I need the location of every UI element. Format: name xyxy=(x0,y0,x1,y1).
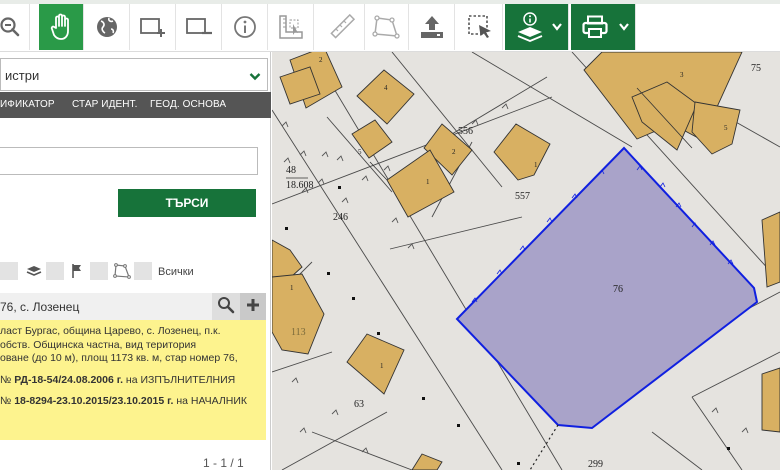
layer-select-value: истри xyxy=(5,68,40,83)
toolbar xyxy=(0,0,780,52)
plus-icon xyxy=(245,297,261,316)
zoom-out-button[interactable] xyxy=(0,4,30,50)
layer-select[interactable]: истри xyxy=(0,58,268,91)
map-label: 75 xyxy=(751,63,761,74)
map-label: 246 xyxy=(333,212,348,223)
filter-all-label: Всички xyxy=(158,266,194,278)
filter-checkbox[interactable] xyxy=(46,262,64,280)
order-number: 18-8294-23.10.2015/23.10.2015 г. xyxy=(14,395,174,407)
map-label: 5 xyxy=(724,124,728,132)
map-label: 113 xyxy=(291,327,306,338)
search-tabs: ИФИКАТОР СТАР ИДЕНТ. ГЕОД. ОСНОВА xyxy=(0,92,271,118)
filter-row: Всички xyxy=(0,262,271,282)
globe-button[interactable] xyxy=(85,4,130,50)
layers-icon[interactable] xyxy=(26,263,42,282)
polygon-icon xyxy=(372,14,400,40)
order-suffix: на НАЧАЛНИК xyxy=(173,395,248,407)
map-label: 299 xyxy=(588,459,603,470)
map-label: 1 xyxy=(290,284,294,292)
polygon-button[interactable] xyxy=(364,4,409,50)
result-title: 76, с. Лозенец xyxy=(0,300,80,314)
map-label: 1 xyxy=(534,161,538,169)
map-label: 556 xyxy=(458,126,473,137)
building xyxy=(411,453,443,470)
map-label: 1 xyxy=(380,362,384,370)
order-number: РД-18-54/24.08.2006 г. xyxy=(14,373,123,386)
cadastral-map: 2 4 75 3 5 556 5 2 1 1 557 48 18.608 246… xyxy=(272,52,780,470)
chevron-down-icon xyxy=(551,22,563,32)
result-detail-line: оване (до 10 м), площ 1173 кв. м, стар н… xyxy=(0,352,238,364)
filter-checkbox[interactable] xyxy=(0,262,18,280)
map-label: 5 xyxy=(358,148,362,156)
result-header: 76, с. Лозенец xyxy=(0,293,266,320)
flag-icon[interactable] xyxy=(70,263,84,282)
globe-icon xyxy=(95,15,119,39)
map-canvas[interactable]: 2 4 75 3 5 556 5 2 1 1 557 48 18.608 246… xyxy=(272,52,780,470)
pan-hand-icon xyxy=(49,13,73,41)
building xyxy=(493,123,551,181)
info-button[interactable] xyxy=(223,4,268,50)
building xyxy=(691,101,741,155)
map-label: 18.608 xyxy=(286,180,314,191)
add-rectangle-icon xyxy=(139,16,167,38)
dotted-line xyxy=(529,424,559,470)
map-label: 63 xyxy=(354,399,364,410)
zoom-out-icon xyxy=(0,16,21,38)
ruler-button[interactable] xyxy=(320,4,365,50)
zoom-to-result-button[interactable] xyxy=(212,293,240,320)
print-button[interactable] xyxy=(571,4,636,50)
layers-info-icon xyxy=(516,12,544,42)
print-icon xyxy=(582,15,608,39)
filter-checkbox[interactable] xyxy=(90,262,108,280)
tab-identifier[interactable]: ИФИКАТОР xyxy=(0,99,55,110)
chevron-down-icon xyxy=(618,22,630,32)
tab-old-identifier[interactable]: СТАР ИДЕНТ. xyxy=(72,99,138,110)
result-order-line: № 18-8294-23.10.2015/23.10.2015 г. на НА… xyxy=(0,395,262,409)
ruler-icon xyxy=(328,13,356,41)
selected-parcel[interactable] xyxy=(455,146,759,430)
select-area-button[interactable] xyxy=(458,4,503,50)
result-pager: 1 - 1 / 1 xyxy=(203,456,244,470)
map-label: 4 xyxy=(384,84,388,92)
result-detail-line: ласт Бургас, община Царево, с. Лозенец, … xyxy=(0,325,221,337)
building xyxy=(356,69,415,125)
measure-area-icon xyxy=(278,14,304,40)
upload-button[interactable] xyxy=(410,4,455,50)
order-prefix: № xyxy=(0,395,15,407)
map-label: 1 xyxy=(426,178,430,186)
search-icon xyxy=(217,296,235,317)
map-label: 3 xyxy=(680,71,684,79)
map-label: 2 xyxy=(319,56,323,64)
result-details: ласт Бургас, община Царево, с. Лозенец, … xyxy=(0,320,266,440)
info-icon xyxy=(233,15,257,39)
select-area-icon xyxy=(467,14,493,40)
map-label: 2 xyxy=(452,148,456,156)
selected-parcel-label: 76 xyxy=(613,284,623,295)
search-button[interactable]: ТЪРСИ xyxy=(118,189,256,217)
building xyxy=(761,367,780,433)
remove-rectangle-icon xyxy=(185,16,213,38)
layers-info-button[interactable] xyxy=(505,4,569,50)
map-label: 48 xyxy=(286,165,296,176)
search-input[interactable] xyxy=(0,147,258,175)
order-prefix: № xyxy=(0,373,15,386)
expand-result-button[interactable] xyxy=(240,293,266,320)
result-order-line: № РД-18-54/24.08.2006 г. на ИЗПЪЛНИТЕЛНИ… xyxy=(0,374,262,388)
tab-geodetic-base[interactable]: ГЕОД. ОСНОВА xyxy=(150,99,226,110)
zoom-in-box-button[interactable] xyxy=(131,4,176,50)
pan-button[interactable] xyxy=(39,4,84,50)
chevron-down-icon xyxy=(249,70,261,84)
zoom-out-box-button[interactable] xyxy=(177,4,222,50)
building xyxy=(761,211,780,288)
filter-checkbox-all[interactable] xyxy=(134,262,152,280)
building xyxy=(272,273,325,355)
measure-area-button[interactable] xyxy=(269,4,314,50)
polygon-icon[interactable] xyxy=(113,263,131,282)
building xyxy=(346,333,405,395)
upload-icon xyxy=(419,14,445,40)
result-detail-line: обств. Общинска частна, вид територия xyxy=(0,338,197,351)
order-suffix: на ИЗПЪЛНИТЕЛНИЯ xyxy=(123,373,236,386)
map-label: 557 xyxy=(515,191,530,202)
sidebar: истри ИФИКАТОР СТАР ИДЕНТ. ГЕОД. ОСНОВА … xyxy=(0,52,271,470)
